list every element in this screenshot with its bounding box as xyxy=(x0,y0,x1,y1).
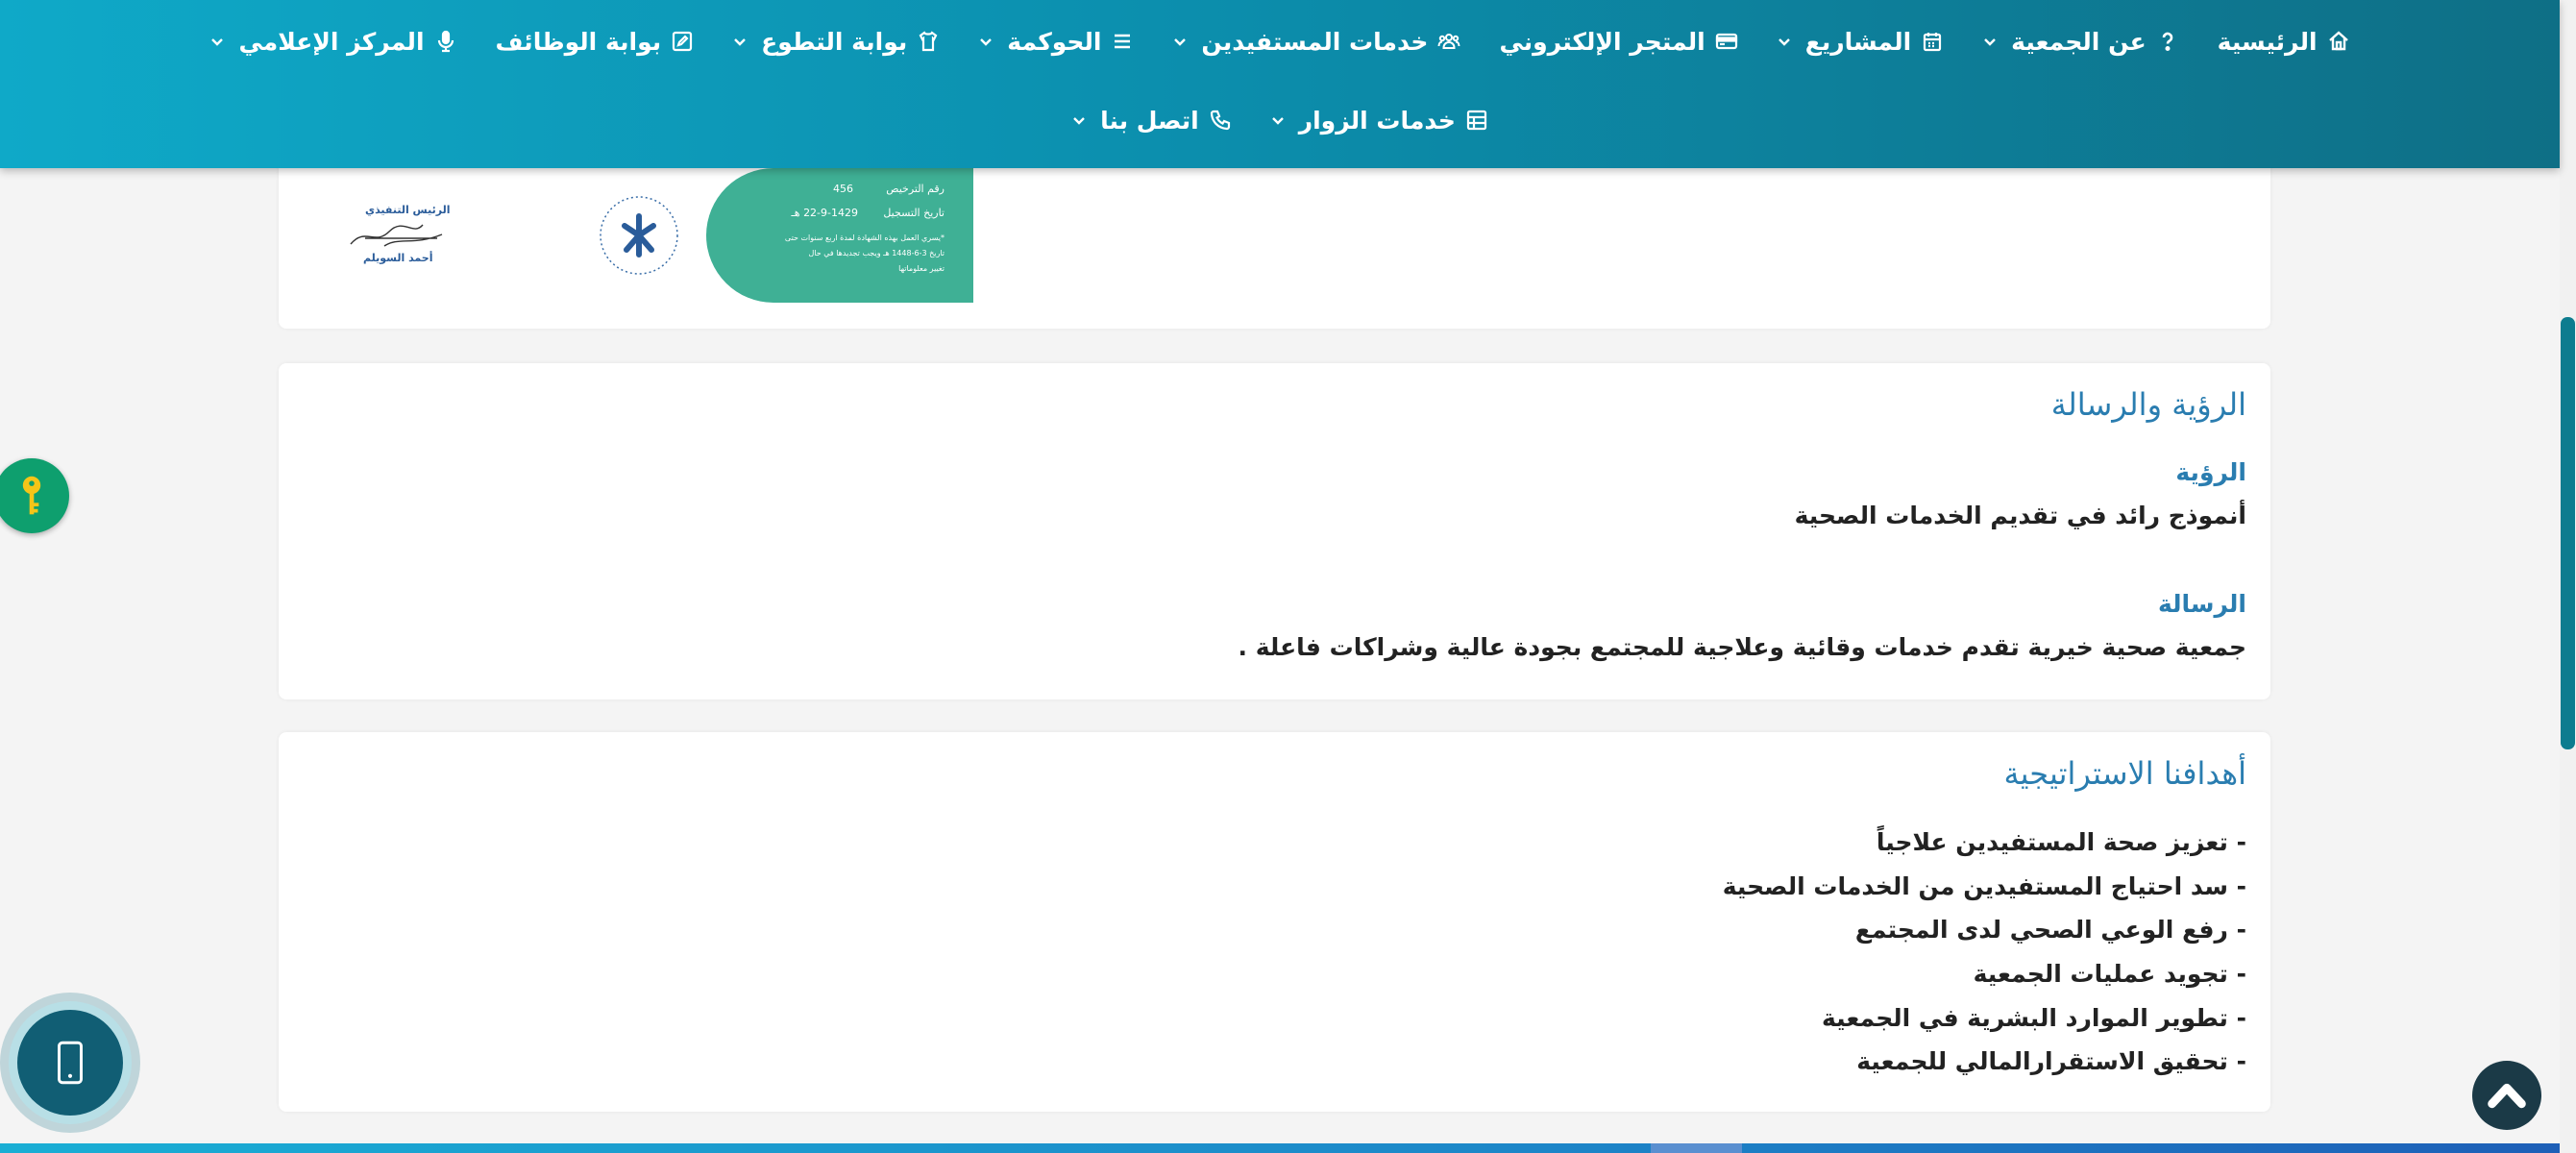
nav-item-store[interactable]: المتجر الإلكتروني xyxy=(1480,28,1756,56)
shirt-icon xyxy=(919,31,938,52)
chevron-down-icon xyxy=(980,38,993,46)
nav-label: المركز الإعلامي xyxy=(238,27,425,56)
nav-label: خدمات الزوار xyxy=(1298,106,1456,135)
signature-name: أحمد السويلم xyxy=(363,252,433,264)
reg-no-label: رقم الترخيص xyxy=(886,183,945,195)
nav-item-jobs[interactable]: بوابة الوظائف xyxy=(477,28,714,56)
cert-note-line3: تغيير معلوماتها xyxy=(898,264,945,273)
signature-scribble-icon xyxy=(350,224,443,247)
mobile-app-button-core xyxy=(17,1010,123,1116)
chevron-down-icon xyxy=(211,38,224,46)
users-icon xyxy=(1437,34,1460,49)
chevron-down-icon xyxy=(1073,117,1085,125)
strategic-goals-title: أهدافنا الاستراتيجية xyxy=(2003,755,2246,792)
goal-item: - تطوير الموارد البشرية في الجمعية xyxy=(1821,1004,2246,1032)
strategic-goals-card: أهدافنا الاستراتيجية - تعزيز صحة المستفي… xyxy=(279,732,2270,1112)
nav-item-volunteering[interactable]: بوابة التطوع xyxy=(713,28,959,56)
nav-item-visitor-services[interactable]: خدمات الزوار xyxy=(1251,107,1508,135)
nav-item-about[interactable]: عن الجمعية xyxy=(1963,28,2198,56)
nav-item-beneficiary-services[interactable]: خدمات المستفيدين xyxy=(1153,28,1480,56)
nav-label: اتصل بنا xyxy=(1100,106,1199,135)
signature-title: الرئيس التنفيذي xyxy=(365,204,451,216)
nav-item-projects[interactable]: المشاريع xyxy=(1757,28,1963,56)
ministry-logo-icon xyxy=(600,196,678,275)
chevron-down-icon xyxy=(1984,38,1997,46)
vision-mission-card: الرؤية والرسالة الرؤية أنموذج رائد في تق… xyxy=(279,363,2270,699)
edit-icon xyxy=(673,31,693,52)
cert-note-line2: تاريخ 3-6-1448 هـ ويجب تجديدها في حال xyxy=(808,249,945,258)
goal-item: - سد احتياج المستفيدين من الخدمات الصحية xyxy=(1722,872,2246,900)
vision-label: الرؤية xyxy=(2175,458,2246,486)
mission-text: جمعية صحية خيرية تقدم خدمات وقائية وعلاج… xyxy=(1238,633,2246,661)
phone-icon xyxy=(1210,110,1230,131)
goal-item: - تحقيق الاستقرارالمالي للجمعية xyxy=(1856,1047,2246,1075)
nav-label: بوابة الوظائف xyxy=(495,27,662,56)
certificate-details-panel: رقم الترخيص 456 تاريخ التسجيل 22-9-1429 … xyxy=(706,168,973,303)
scroll-to-top-button[interactable] xyxy=(2472,1061,2541,1130)
table-icon xyxy=(1466,110,1486,131)
vision-text: أنموذج رائد في تقديم الخدمات الصحية xyxy=(1794,502,2246,529)
mission-label: الرسالة xyxy=(2157,590,2246,618)
page-scrollbar-thumb[interactable] xyxy=(2561,317,2575,749)
goal-item: - تعزيز صحة المستفيدين علاجياً xyxy=(1876,828,2246,856)
chevron-down-icon xyxy=(1174,38,1187,46)
key-icon xyxy=(22,476,41,515)
cert-note-line1: *يسري العمل بهذه الشهادة لمدة اربع سنوات… xyxy=(784,233,945,242)
nav-row-primary: الرئيسية عن الجمعية المشاريع المتجر الإل… xyxy=(0,17,2560,65)
nav-label: الرئيسية xyxy=(2217,27,2318,56)
chevron-down-icon xyxy=(1271,117,1284,125)
list-icon xyxy=(1115,34,1131,49)
nav-label: المتجر الإلكتروني xyxy=(1499,27,1705,56)
reg-date-value: 22-9-1429 هـ xyxy=(791,207,858,219)
nav-item-media-center[interactable]: المركز الإعلامي xyxy=(190,28,476,56)
calendar-icon xyxy=(1924,33,1942,52)
footer-accent-bar xyxy=(0,1143,2560,1153)
vision-mission-title: الرؤية والرسالة xyxy=(2050,386,2246,423)
footer-accent-segment xyxy=(1651,1143,1742,1153)
chevron-down-icon xyxy=(1778,38,1790,46)
microphone-icon xyxy=(437,30,454,53)
ceo-signature: الرئيس التنفيذي أحمد السويلم xyxy=(346,204,452,271)
question-icon xyxy=(2162,32,2172,51)
reg-date-label: تاريخ التسجيل xyxy=(883,207,945,219)
nav-row-secondary: خدمات الزوار اتصل بنا xyxy=(0,96,2560,144)
home-icon xyxy=(2328,31,2348,51)
nav-label: الحوكمة xyxy=(1007,27,1102,56)
mobile-app-button[interactable] xyxy=(0,993,140,1133)
mobile-phone-icon xyxy=(58,1041,83,1085)
nav-label: المشاريع xyxy=(1804,27,1912,56)
nav-label: بوابة التطوع xyxy=(761,27,908,56)
accessibility-button[interactable] xyxy=(0,458,69,533)
goal-item: - تجويد عمليات الجمعية xyxy=(1973,960,2246,988)
chevron-down-icon xyxy=(734,38,746,46)
goal-item: - رفع الوعي الصحي لدى المجتمع xyxy=(1854,916,2246,944)
nav-label: عن الجمعية xyxy=(2011,27,2147,56)
reg-no-value: 456 xyxy=(833,183,853,195)
credit-card-icon xyxy=(1715,33,1737,50)
chevron-up-icon xyxy=(2488,1083,2526,1109)
top-navigation-bar: الرئيسية عن الجمعية المشاريع المتجر الإل… xyxy=(0,0,2560,168)
nav-item-contact[interactable]: اتصل بنا xyxy=(1052,107,1251,135)
nav-item-home[interactable]: الرئيسية xyxy=(2198,28,2369,56)
nav-label: خدمات المستفيدين xyxy=(1201,27,1429,56)
nav-item-governance[interactable]: الحوكمة xyxy=(959,28,1153,56)
mobile-app-button-ring xyxy=(9,1001,132,1124)
